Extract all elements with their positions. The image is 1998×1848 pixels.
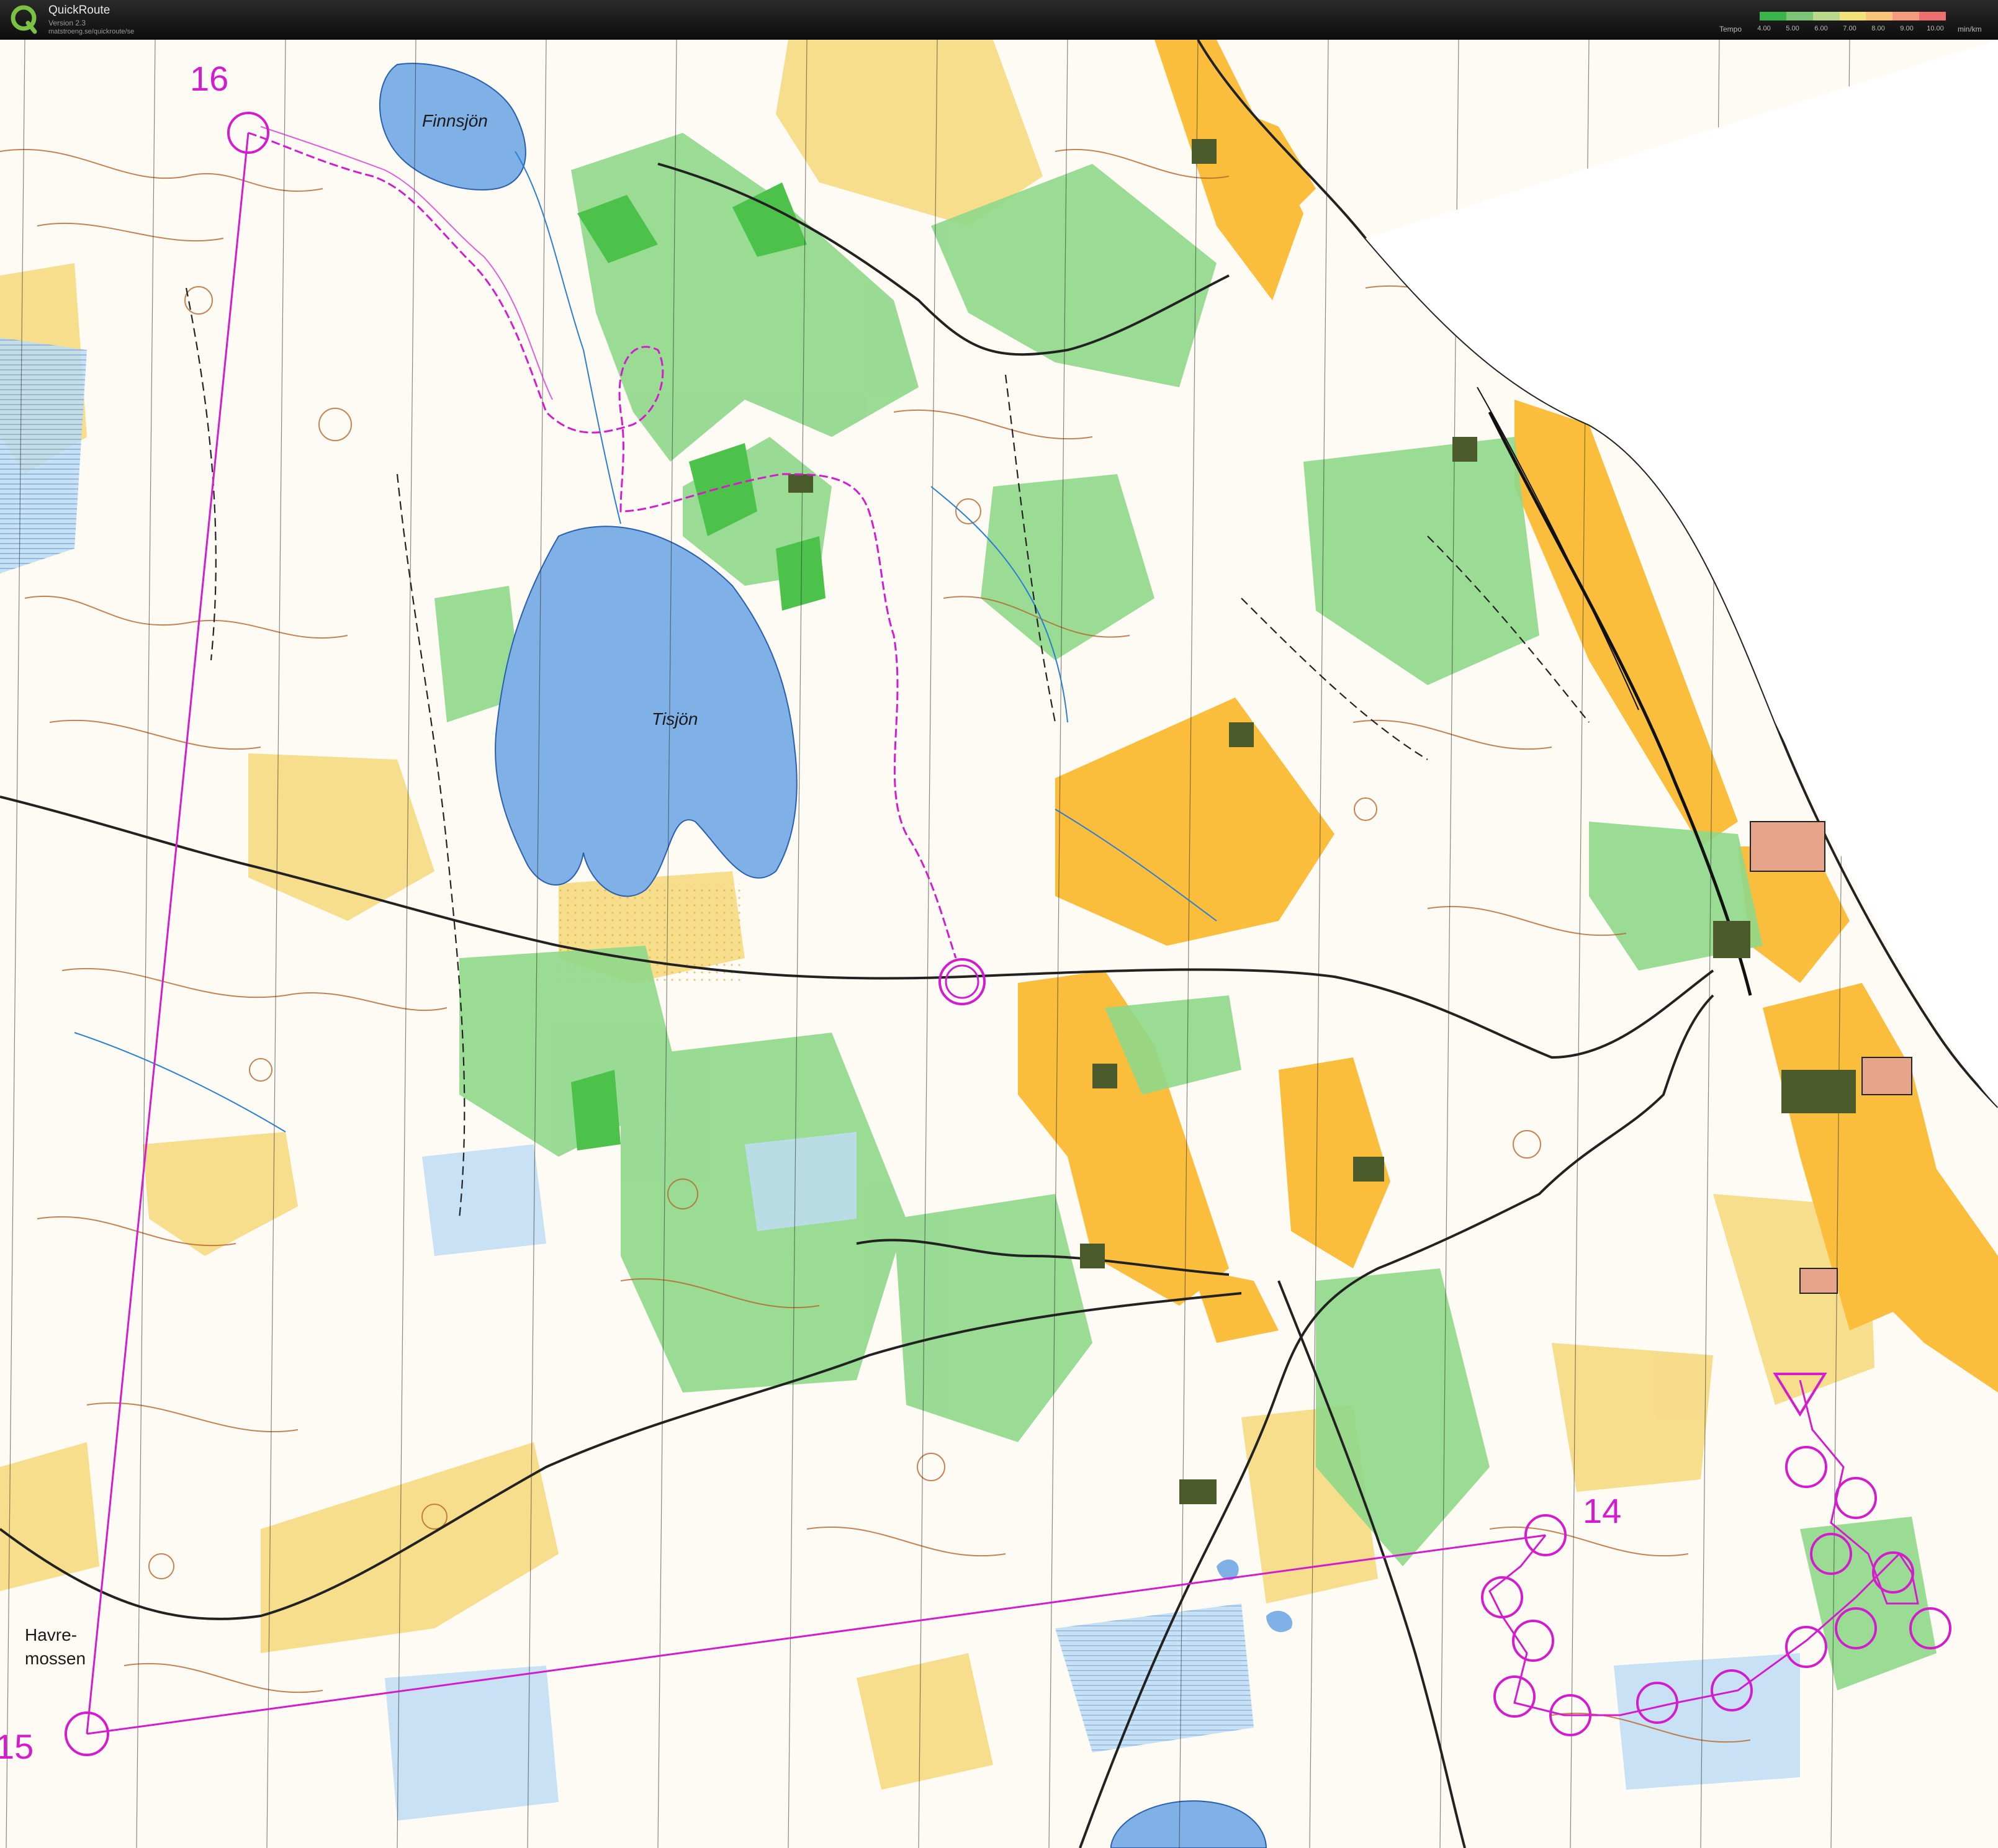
tempo-tick: 6.00 — [1814, 25, 1828, 32]
tempo-tick: 10.00 — [1927, 25, 1944, 32]
quickroute-logo-icon — [11, 5, 37, 34]
app-version: Version 2.3 — [48, 19, 86, 27]
tempo-color-swatch — [1812, 12, 1840, 20]
tempo-color-swatch — [1760, 12, 1786, 20]
control-number-15: 15 — [0, 1727, 34, 1766]
tempo-tick: 7.00 — [1843, 25, 1856, 32]
app-url: matstroeng.se/quickroute/se — [48, 28, 135, 35]
tempo-tick-labels: 4.00 5.00 6.00 7.00 8.00 9.00 10.00 — [1752, 25, 1950, 34]
tempo-tick: 9.00 — [1900, 25, 1914, 32]
tempo-tick: 4.00 — [1757, 25, 1771, 32]
place-name-finnsjon: Finnsjön — [422, 111, 488, 130]
tempo-color-swatch — [1919, 12, 1946, 20]
tempo-tick: 8.00 — [1871, 25, 1885, 32]
tempo-legend-label: Tempo — [1719, 25, 1742, 34]
control-number-14: 14 — [1583, 1491, 1621, 1530]
tempo-color-scale — [1760, 12, 1946, 20]
control-number-16: 16 — [190, 59, 228, 98]
tempo-color-swatch — [1786, 12, 1813, 20]
tempo-color-swatch — [1892, 12, 1920, 20]
app-title-bar: QuickRoute Version 2.3 matstroeng.se/qui… — [0, 0, 1998, 40]
tempo-color-swatch — [1839, 12, 1866, 20]
place-name-havremossen-line2: mossen — [25, 1649, 86, 1668]
place-name-tisjon: Tisjön — [652, 709, 698, 729]
place-name-havremossen-line1: Havre- — [25, 1625, 77, 1644]
orienteering-map[interactable]: Finnsjön Tisjön Havre- mossen 16 15 14 — [0, 40, 1998, 1848]
app-title: QuickRoute — [48, 4, 110, 17]
tempo-color-swatch — [1866, 12, 1893, 20]
tempo-unit: min/km — [1958, 25, 1982, 34]
tempo-tick: 5.00 — [1786, 25, 1799, 32]
